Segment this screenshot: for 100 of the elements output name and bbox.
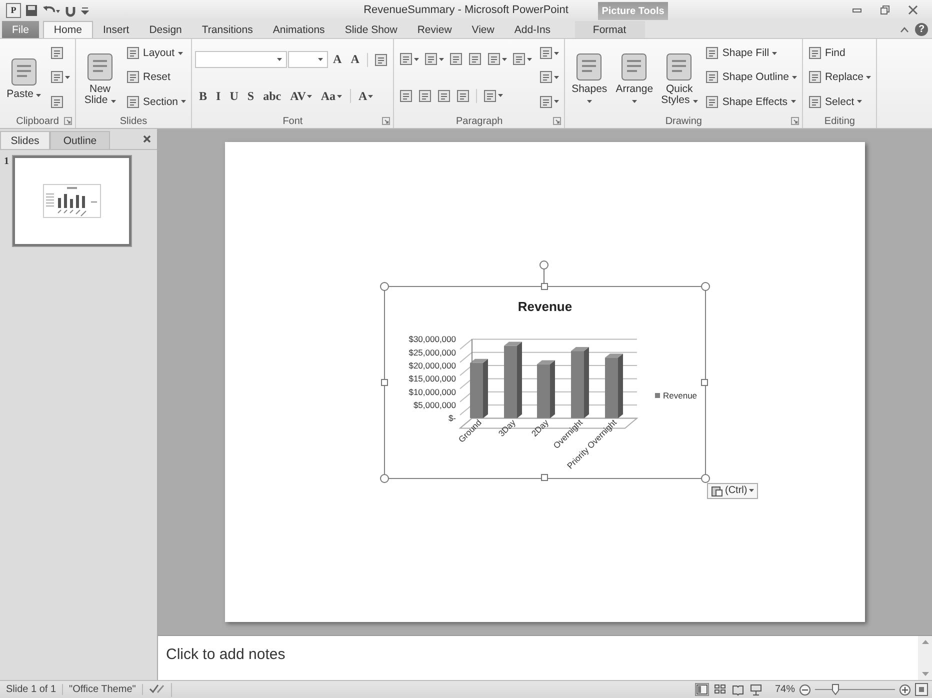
launcher-icon[interactable] xyxy=(64,117,72,125)
close-icon[interactable] xyxy=(908,5,918,15)
caret-icon xyxy=(65,76,70,79)
combo-field[interactable] xyxy=(195,51,288,68)
view-button[interactable] xyxy=(730,683,745,696)
ribbon-button[interactable]: Replace xyxy=(806,69,874,86)
resize-handle[interactable] xyxy=(380,474,389,482)
ribbon-tab[interactable]: Transitions xyxy=(192,21,263,38)
resize-handle[interactable] xyxy=(381,378,388,386)
ribbon-tab[interactable]: Add-Ins xyxy=(504,21,561,38)
tool-icon xyxy=(399,52,414,66)
axis-label: $- xyxy=(448,412,456,423)
ribbon-tab[interactable]: Slide Show xyxy=(334,21,408,38)
ribbon-tab[interactable]: Animations xyxy=(262,21,335,38)
ribbon-tab[interactable]: Format xyxy=(574,21,645,38)
zoom-slider[interactable] xyxy=(815,684,895,695)
ribbon-button[interactable]: Paste xyxy=(3,55,45,100)
close-icon[interactable] xyxy=(143,135,151,143)
format-button[interactable]: U xyxy=(226,88,242,104)
caret-icon xyxy=(306,94,312,98)
group-label: Editing xyxy=(824,116,855,126)
tool-icon xyxy=(487,52,502,66)
resize-handle[interactable] xyxy=(701,282,710,290)
paste-options-button[interactable]: (Ctrl) xyxy=(707,482,758,498)
format-button[interactable]: S xyxy=(243,88,258,104)
fit-slide-button[interactable] xyxy=(915,683,928,696)
pane-tab[interactable]: Slides xyxy=(0,131,50,149)
pane-tab[interactable]: Outline xyxy=(50,131,110,149)
ribbon-tab[interactable]: View xyxy=(462,21,504,38)
customize-icon[interactable] xyxy=(81,5,89,15)
save-icon[interactable] xyxy=(25,4,38,16)
ribbon-button[interactable]: Reset xyxy=(124,69,172,86)
ribbon-button[interactable]: Shape Fill xyxy=(703,45,780,62)
caret-icon xyxy=(527,58,532,61)
view-button[interactable] xyxy=(712,683,727,696)
resize-handle[interactable] xyxy=(541,474,548,480)
launcher-icon[interactable] xyxy=(382,117,390,125)
slide-thumbnail[interactable] xyxy=(13,156,131,246)
ribbon-tab[interactable]: Home xyxy=(42,21,93,38)
ribbon-button[interactable]: Shape Outline xyxy=(703,69,799,86)
format-button[interactable]: abc xyxy=(259,88,286,104)
format-button[interactable]: B xyxy=(195,88,212,104)
resize-handle[interactable] xyxy=(701,474,710,482)
zoom-level[interactable]: 74% xyxy=(774,684,795,695)
rotate-handle[interactable] xyxy=(539,260,549,284)
ribbon-button[interactable]: New Slide xyxy=(79,50,121,106)
ribbon-tab[interactable]: Insert xyxy=(92,21,140,38)
zoom-out-button[interactable] xyxy=(799,684,811,696)
view-button[interactable] xyxy=(748,683,763,696)
collapse-icon[interactable] xyxy=(900,26,909,33)
format-button[interactable]: I xyxy=(212,88,225,104)
app-icon[interactable]: P xyxy=(6,2,21,18)
ribbon-button[interactable]: Find xyxy=(806,45,848,62)
zoom-in-button[interactable] xyxy=(899,684,911,696)
proofing-icon[interactable] xyxy=(148,682,165,694)
slide-number: 1 xyxy=(4,156,9,169)
ribbon-button[interactable]: Quick Styles xyxy=(658,50,700,106)
tool-icon xyxy=(468,52,482,66)
format-button[interactable]: A xyxy=(346,51,364,68)
bar-depth-drawing xyxy=(571,346,589,418)
launcher-icon[interactable] xyxy=(790,117,799,125)
ribbon-button[interactable]: Arrange xyxy=(613,50,656,106)
resize-handle[interactable] xyxy=(380,282,389,290)
tool-icon xyxy=(399,88,414,103)
tool-icon xyxy=(126,94,140,109)
ribbon-tab[interactable]: Review xyxy=(407,21,462,38)
view-button[interactable] xyxy=(694,683,709,696)
bar-depth-drawing xyxy=(537,360,555,418)
axis-label: $30,000,000 xyxy=(408,334,456,344)
notes-panel[interactable]: Click to add notes xyxy=(158,635,932,680)
tool-icon xyxy=(808,46,822,60)
tool-icon xyxy=(126,70,140,84)
window-title: RevenueSummary - Microsoft PowerPoint xyxy=(364,4,568,16)
caret-icon xyxy=(772,52,778,55)
caret-icon xyxy=(178,52,183,55)
ribbon-button[interactable]: Section xyxy=(124,94,188,110)
format-button[interactable]: A xyxy=(354,88,378,104)
launcher-icon[interactable] xyxy=(553,117,562,125)
help-button[interactable]: ? xyxy=(915,23,928,36)
axis-label: $15,000,000 xyxy=(408,373,456,384)
slider-thumb[interactable] xyxy=(832,684,839,695)
chart-bar xyxy=(605,357,618,418)
ribbon-button[interactable]: Shapes xyxy=(568,50,610,106)
ribbon-button[interactable]: Shape Effects xyxy=(703,94,798,110)
tool-icon xyxy=(50,70,64,84)
notes-field[interactable]: Click to add notes xyxy=(158,636,918,663)
restore-icon[interactable] xyxy=(880,5,890,15)
theme-name[interactable]: "Office Theme" xyxy=(63,684,143,695)
ribbon-tab[interactable]: Design xyxy=(139,21,192,38)
axis-label: $20,000,000 xyxy=(408,360,456,370)
format-button[interactable]: Aa xyxy=(316,88,346,104)
format-button[interactable]: A xyxy=(329,51,346,68)
bar-depth-drawing xyxy=(470,358,488,418)
tool-icon xyxy=(50,46,64,60)
format-button[interactable]: AV xyxy=(286,88,316,104)
ribbon-button[interactable]: Select xyxy=(806,94,864,110)
resize-handle[interactable] xyxy=(541,282,548,290)
combo-field[interactable] xyxy=(288,51,328,68)
resize-handle[interactable] xyxy=(701,378,708,386)
ribbon-button[interactable]: Layout xyxy=(124,45,185,62)
